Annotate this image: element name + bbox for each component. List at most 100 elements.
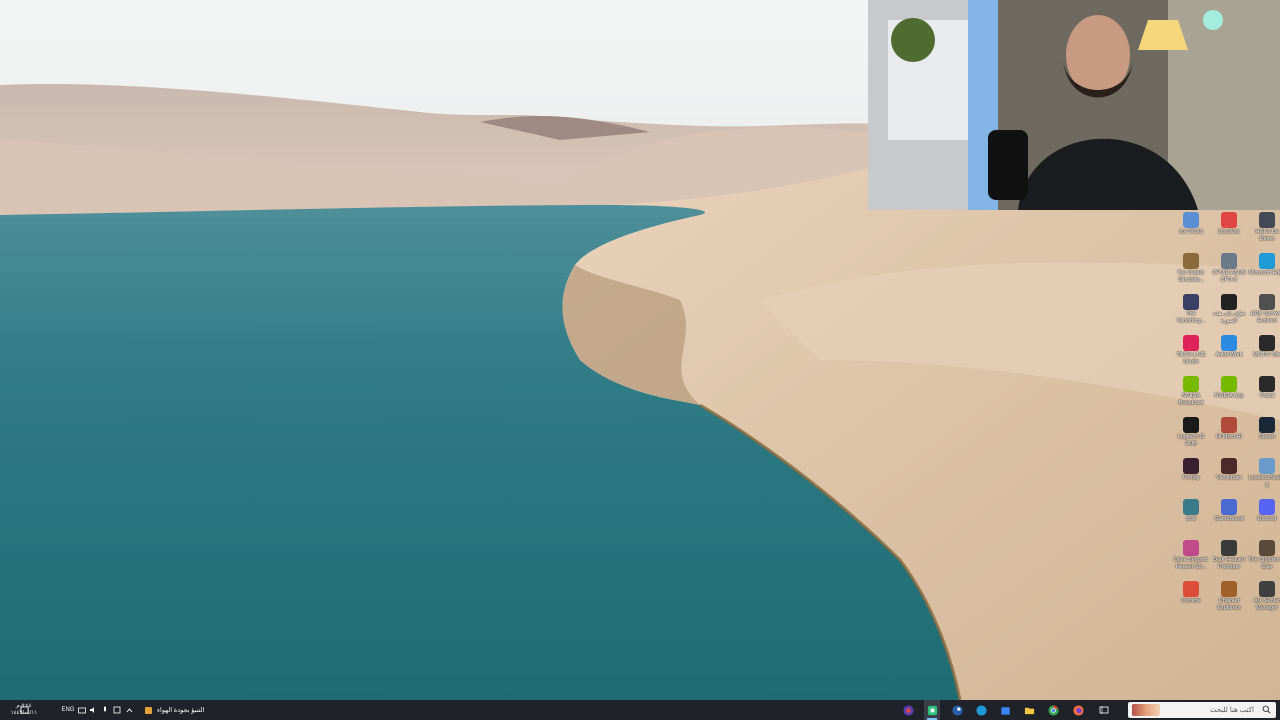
desktop-icon[interactable]: The Vanishing... <box>1172 294 1210 334</box>
desktop-icon[interactable]: Dave Beyond: Heaven Dr... <box>1172 540 1210 580</box>
keyboard-icon[interactable] <box>77 700 87 720</box>
desktop-icon[interactable]: AnkerWork <box>1210 335 1248 375</box>
bolt-icon <box>1183 499 1199 515</box>
desktop-icon-label: Logitech G HUB <box>1177 434 1205 447</box>
desktop-icon[interactable]: Ark Server Manager <box>1248 581 1280 621</box>
desktop-icon[interactable]: ARK Survival Evolved <box>1248 294 1280 334</box>
language-indicator[interactable]: ENG <box>60 700 76 720</box>
search-icon <box>1262 705 1271 714</box>
portal-icon <box>1259 376 1275 392</box>
volume-icon[interactable] <box>88 700 98 720</box>
desktop-icon-label: NVIDIA App <box>1214 393 1244 399</box>
chrome-icon <box>1183 581 1199 597</box>
desktop-icon[interactable]: NVIDIA Broadcast <box>1172 376 1210 416</box>
ice-world-icon <box>1183 212 1199 228</box>
desktop-icon-label: Microsoft Edge <box>1248 270 1280 276</box>
task-view-icon <box>1099 706 1109 714</box>
weather-text: التنبؤ بجودة الهواء <box>157 707 205 714</box>
ark-icon <box>1259 294 1275 310</box>
desktop-icon-label: Discord <box>1257 516 1277 522</box>
viewfinder-icon <box>1221 458 1237 474</box>
desktop-icon[interactable]: Viewfinder <box>1210 458 1248 498</box>
taskbar-app-chrome[interactable] <box>1045 700 1061 720</box>
taskbar-app-edge[interactable] <box>973 700 989 720</box>
taskbar-app-steam[interactable] <box>949 700 965 720</box>
taskbar-app-obs[interactable] <box>900 700 916 720</box>
desktop-icon[interactable]: Car Dealer Simulato... <box>1172 253 1210 293</box>
chrome-icon <box>1047 704 1059 716</box>
search-highlight-image <box>1132 704 1160 716</box>
steam-icon <box>1259 417 1275 433</box>
car-dealer-icon <box>1183 253 1199 269</box>
dark-heaven-icon <box>1221 540 1237 556</box>
desktop-icon-label: Portal <box>1259 393 1275 399</box>
task-view-button[interactable] <box>1096 700 1112 720</box>
desktop-icon-label: LosslessScaling <box>1248 475 1280 488</box>
taskbar-search-input[interactable]: اكتب هنا للبحث <box>1128 702 1276 718</box>
notifications-icon[interactable] <box>17 700 31 720</box>
desktop-icon[interactable]: Ice World <box>1172 212 1210 252</box>
chained-icon <box>1221 581 1237 597</box>
weather-widget[interactable]: التنبؤ بجودة الهواء <box>144 700 220 720</box>
network-icon[interactable] <box>112 700 122 720</box>
desktop-icon[interactable]: CPUID ASUS CPU-Z <box>1210 253 1248 293</box>
chevron-up-icon[interactable] <box>124 700 134 720</box>
desktop-icon[interactable]: Hi Mom Hi <box>1210 417 1248 457</box>
nvidia-broadcast-icon <box>1183 376 1199 392</box>
desktop-icon[interactable]: Microsoft Edge <box>1248 253 1280 293</box>
desktop-icon-label: Hi Mom Hi <box>1216 434 1242 440</box>
spotlight-icon <box>1221 294 1237 310</box>
desktop-icon[interactable]: The Children of Clay <box>1248 540 1280 580</box>
perfidy-icon <box>1183 458 1199 474</box>
desktop-icon[interactable]: Chained Explorers <box>1210 581 1248 621</box>
desktop-icon[interactable]: تعرّف إلى هذه الصورة <box>1210 294 1248 334</box>
gameboost-icon <box>1221 499 1237 515</box>
search-placeholder: اكتب هنا للبحث <box>1209 707 1254 714</box>
desktop-icon[interactable]: Bolt <box>1172 499 1210 539</box>
desktop-icon[interactable]: Steam <box>1248 417 1280 457</box>
taskbar-app-firefox[interactable] <box>1070 700 1086 720</box>
taskbar-app-recorder[interactable] <box>924 700 940 720</box>
desktop-icon-label: Ark Server Manager <box>1254 598 1280 611</box>
desktop-icon-label: NVIDIA Broadcast <box>1178 393 1204 406</box>
desktop-icon-label: Car Dealer Simulato... <box>1177 270 1205 283</box>
microphone-icon[interactable] <box>100 700 110 720</box>
firefox-icon <box>1072 704 1084 716</box>
taskbar: ٥:٤٤ م ١٤٤٧/٠٤/١١ ENG التنبؤ بجودة الهوا… <box>0 700 1280 720</box>
taskbar-app-store[interactable] <box>997 700 1013 720</box>
desktop-icon-grid: Ice World DouWan Hell is Us Demo Car Dealer… <box>1170 210 1280 700</box>
game-icon <box>1221 417 1237 433</box>
desktop-icon-label: Dark Heaven Prologue <box>1212 557 1246 570</box>
desktop-icon[interactable]: GameBoost <box>1210 499 1248 539</box>
desktop[interactable]: Ice World DouWan Hell is Us Demo Car Dealer… <box>0 0 1280 700</box>
lossless-icon <box>1259 458 1275 474</box>
steam-icon <box>951 704 963 716</box>
desktop-icon[interactable]: DouWan <box>1210 212 1248 252</box>
desktop-icon[interactable]: TikTok LIVE Studio <box>1172 335 1210 375</box>
desktop-icon-label: The Children of Clay <box>1248 557 1280 570</box>
air-quality-icon <box>145 706 152 714</box>
desktop-icon[interactable]: Discord <box>1248 499 1280 539</box>
douwan-icon <box>1221 212 1237 228</box>
desktop-icon-label: TikTok LIVE Studio <box>1176 352 1206 365</box>
desktop-icon[interactable]: LosslessScaling <box>1248 458 1280 498</box>
desktop-icon[interactable]: Dark Heaven Prologue <box>1210 540 1248 580</box>
desktop-icon[interactable]: Hell is Us Demo <box>1248 212 1280 252</box>
desktop-icon[interactable]: Chrome <box>1172 581 1210 621</box>
desktop-icon[interactable]: Portal <box>1248 376 1280 416</box>
desktop-icon-label: AnkerWork <box>1215 352 1243 358</box>
desktop-icon[interactable]: Logitech G HUB <box>1172 417 1210 457</box>
desktop-icon-label: Ice World <box>1179 229 1203 235</box>
desktop-icon-label: Hell is Us Demo <box>1255 229 1279 242</box>
desktop-icon-label: CPUID ASUS CPU-Z <box>1212 270 1246 283</box>
desktop-icon-label: تعرّف إلى هذه الصورة <box>1212 311 1246 324</box>
desktop-icon[interactable]: NVIDIA App <box>1210 376 1248 416</box>
discord-icon <box>1259 499 1275 515</box>
taskbar-app-explorer[interactable] <box>1021 700 1037 720</box>
desktop-icon[interactable]: MOTIV Mix <box>1248 335 1280 375</box>
dave-icon <box>1183 540 1199 556</box>
desktop-icon[interactable]: Perfidy <box>1172 458 1210 498</box>
webcam-overlay <box>868 0 1280 210</box>
folder-icon <box>1024 707 1034 714</box>
store-icon <box>1000 706 1010 715</box>
